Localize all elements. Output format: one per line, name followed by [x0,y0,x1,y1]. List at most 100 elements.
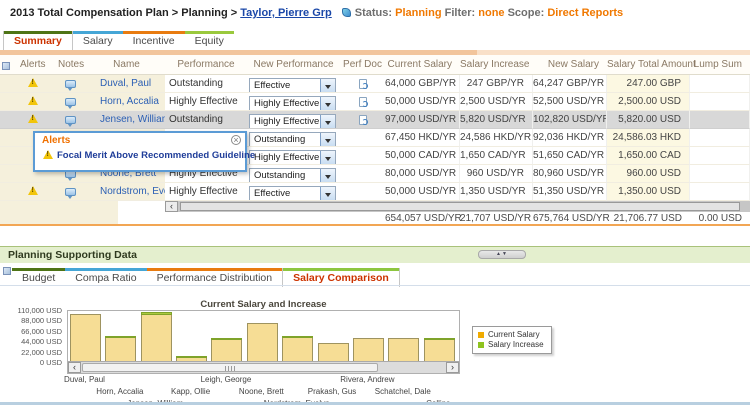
notes-cell[interactable] [52,93,88,111]
perf-doc-cell[interactable] [340,129,385,147]
new-performance-select[interactable]: Effective [249,186,336,201]
chart-scroll-right-button[interactable]: › [446,362,459,373]
tab-personalize-icon[interactable] [3,267,11,275]
status-value: Planning [395,7,441,19]
salary-total-amount-cell[interactable]: 247.00 GBP [607,75,690,93]
warning-icon[interactable] [28,78,38,87]
chevron-down-icon[interactable] [320,133,335,146]
perf-doc-cell[interactable] [340,147,385,165]
select-all-icon[interactable] [2,62,10,70]
column-header-name[interactable]: Name [88,55,165,74]
table-h-scrollbar[interactable] [178,201,750,212]
alerts-cell[interactable] [14,183,52,201]
new-salary-cell: 51,650 CAD/YR [533,147,607,165]
row-select-cell[interactable] [0,93,14,111]
warning-icon[interactable] [28,96,38,105]
bar-current-salary [105,336,136,361]
chart-h-scrollbar[interactable]: ‹ › [68,361,459,373]
notes-cell[interactable] [52,75,88,93]
row-select-cell[interactable] [0,129,14,147]
column-header-new-salary[interactable]: New Salary [533,55,607,74]
close-icon[interactable] [231,135,241,145]
warning-icon[interactable] [28,114,38,123]
table-scroll-thumb[interactable] [180,202,740,211]
perf-doc-cell[interactable] [340,111,385,129]
note-icon[interactable] [65,188,76,196]
warning-icon[interactable] [28,186,38,195]
table-scroll-left-button[interactable]: ‹ [165,201,178,212]
alerts-cell[interactable] [14,111,52,129]
select-value: Outstanding [250,169,320,182]
employee-name[interactable]: Jensen, William [88,111,165,129]
table-row[interactable]: Nordstrom, EvelynHighly EffectiveEffecti… [0,183,750,201]
new-performance-select[interactable]: Effective [249,78,336,93]
compensation-planning-page: 2013 Total Compensation Plan > Planning … [0,0,750,405]
perf-doc-cell[interactable] [340,93,385,111]
chevron-down-icon[interactable] [320,169,335,182]
new-performance-select[interactable]: Highly Effective [249,96,336,111]
new-performance-select[interactable]: Outstanding [249,132,336,147]
perf-doc-icon[interactable] [359,79,367,89]
table-row[interactable]: Horn, AccaliaHighly EffectiveHighly Effe… [0,93,750,111]
perf-doc-cell[interactable] [340,183,385,201]
salary-total-amount-cell[interactable]: 1,650.00 CAD [607,147,690,165]
notes-cell[interactable] [52,183,88,201]
row-select-cell[interactable] [0,165,14,183]
chart-scroll-thumb[interactable] [82,363,378,372]
new-performance-select[interactable]: Highly Effective [249,114,336,129]
salary-total-amount-cell[interactable]: 24,586.03 HKD [607,129,690,147]
new-performance-select[interactable]: Highly Effective [249,150,336,165]
perf-doc-cell[interactable] [340,75,385,93]
tab-incentive[interactable]: Incentive [123,31,185,50]
notes-cell[interactable] [52,111,88,129]
x-axis-label: Schatchel, Dale [375,387,431,396]
perf-doc-icon[interactable] [359,115,367,125]
alerts-cell[interactable] [14,75,52,93]
row-select-cell[interactable] [0,111,14,129]
chevron-down-icon[interactable] [320,115,335,128]
column-header-new-performance[interactable]: New Performance [247,55,340,74]
alerts-cell[interactable] [14,93,52,111]
group-link[interactable]: Taylor, Pierre Grp [240,7,332,19]
row-select-cell[interactable] [0,147,14,165]
employee-name[interactable]: Nordstrom, Evelyn [88,183,165,201]
row-select-cell[interactable] [0,183,14,201]
column-header-alerts[interactable]: Alerts [14,55,52,74]
chevron-down-icon[interactable] [320,151,335,164]
column-header-current-salary[interactable]: Current Salary [385,55,460,74]
salary-total-amount-cell[interactable]: 960.00 USD [607,165,690,183]
select-all-header-cell[interactable] [0,55,14,74]
perf-doc-cell[interactable] [340,165,385,183]
chevron-down-icon[interactable] [320,97,335,110]
column-header-notes[interactable]: Notes [52,55,88,74]
new-performance-select[interactable]: Outstanding [249,168,336,183]
employee-name[interactable]: Duval, Paul [88,75,165,93]
totals-empty-cell [52,213,88,224]
panel-collapse-icon[interactable]: ▲▼ [478,250,526,259]
salary-total-amount-cell[interactable]: 5,820.00 USD [607,111,690,129]
column-header-performance[interactable]: Performance [165,55,247,74]
tab-summary[interactable]: Summary [3,31,73,50]
note-icon[interactable] [65,80,76,88]
chart-scroll-left-button[interactable]: ‹ [68,362,81,373]
employee-name[interactable]: Horn, Accalia [88,93,165,111]
salary-total-amount-cell[interactable]: 1,350.00 USD [607,183,690,201]
note-icon[interactable] [65,98,76,106]
chevron-down-icon[interactable] [320,79,335,92]
tab-salary[interactable]: Salary [73,31,123,50]
column-header-perf-doc[interactable]: Perf Doc [340,55,385,74]
table-row[interactable]: Jensen, WilliamOutstandingHighly Effecti… [0,111,750,129]
column-header-salary-total-amount[interactable]: Salary Total Amount [607,55,690,74]
note-icon[interactable] [65,116,76,124]
select-value: Highly Effective [250,115,320,128]
chevron-down-icon[interactable] [320,187,335,200]
chart-legend: Current SalarySalary Increase [472,326,552,354]
perf-doc-icon[interactable] [359,97,367,107]
table-row[interactable]: Duval, PaulOutstandingEffective64,000 GB… [0,75,750,93]
column-header-lump-sum[interactable]: Lump Sum [690,55,750,74]
tab-equity[interactable]: Equity [185,31,234,50]
column-header-salary-increase[interactable]: Salary Increase [460,55,533,74]
row-select-cell[interactable] [0,75,14,93]
x-axis-label: Noone, Brett [239,387,284,396]
salary-total-amount-cell[interactable]: 2,500.00 USD [607,93,690,111]
